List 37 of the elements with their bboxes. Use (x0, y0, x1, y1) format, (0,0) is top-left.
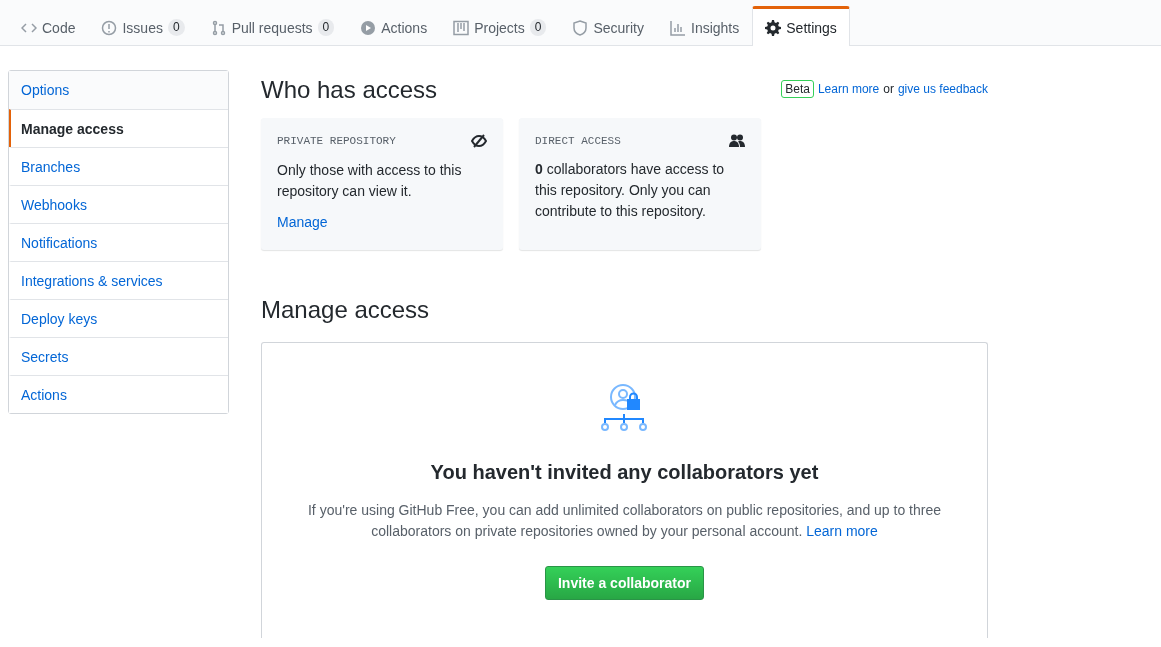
sidebar-item[interactable]: Actions (9, 375, 228, 413)
project-board-icon (453, 19, 470, 36)
count-badge: 0 (167, 19, 185, 36)
section-title: Manage access (261, 295, 431, 325)
alert-circle-icon (101, 19, 118, 36)
section-title: Who has access (261, 75, 438, 105)
gear-icon (765, 19, 782, 36)
nav-tab[interactable]: Issues 0 (88, 8, 198, 46)
people-icon (729, 134, 745, 147)
shield-icon (572, 19, 589, 36)
nav-tab[interactable]: Security (559, 8, 657, 46)
nav-tab[interactable]: Actions (347, 8, 441, 46)
card-text: 0 collaborators have access to this repository. Only you can contribute to this repository. (535, 160, 726, 221)
feedback-note: Beta Learn more or give us feedback (781, 80, 988, 98)
empty-state-title: You haven't invited any collaborators yet (430, 461, 819, 484)
nav-tab[interactable]: Insights (657, 8, 753, 46)
bar-chart-icon (670, 19, 686, 36)
count-badge: 0 (317, 19, 335, 36)
beta-label: Beta (781, 80, 814, 98)
learn-more-link[interactable]: Learn more (806, 523, 878, 539)
eye-slash-icon (471, 134, 487, 148)
text-link[interactable]: Learn more (817, 82, 880, 96)
empty-state-text: If you're using GitHub Free, you can add unlimited collaborators on public repositories, and up to three collaborators on private repositories owned by your personal account. Learn more (307, 501, 942, 541)
nav-tab[interactable]: Code (8, 8, 89, 46)
nav-tab[interactable]: Projects 0 (440, 8, 560, 46)
sidebar-item[interactable]: Manage access (9, 109, 228, 147)
play-icon (360, 19, 377, 36)
nav-tab[interactable]: Pull requests 0 (197, 8, 348, 46)
card-title: DIRECT ACCESS (535, 134, 621, 147)
text-link[interactable]: give us feedback (897, 82, 988, 96)
card-title: PRIVATE REPOSITORY (277, 135, 396, 147)
count-badge: 0 (529, 19, 547, 36)
pull-request-icon (210, 19, 227, 36)
nav-tab[interactable]: Settings (752, 6, 850, 46)
manage-link[interactable]: Manage (277, 214, 487, 230)
card-text: Only those with access to this repository can view it. (277, 161, 463, 201)
sidebar-item[interactable]: Options (9, 71, 228, 109)
